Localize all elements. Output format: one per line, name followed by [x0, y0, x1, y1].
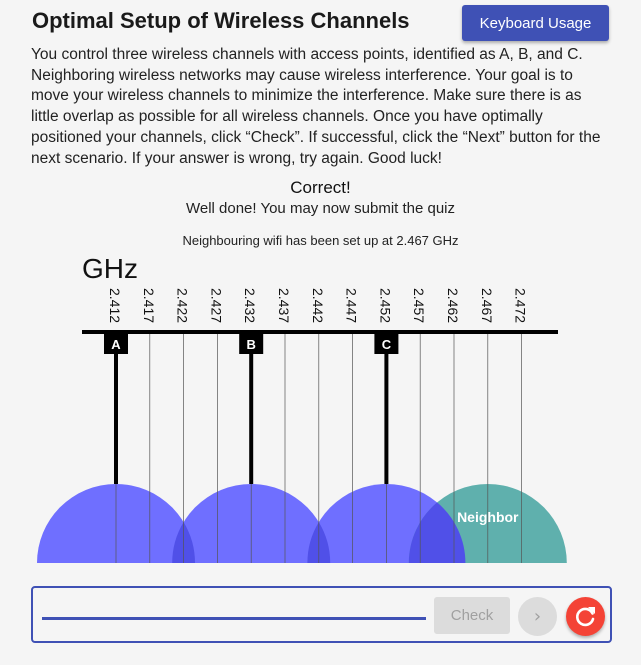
frequency-tick-label: 2.467	[479, 288, 495, 323]
access-point-label: C	[382, 337, 392, 352]
frequency-tick-label: 2.422	[175, 288, 191, 323]
access-point-label: B	[247, 337, 256, 352]
frequency-tick-label: 2.432	[242, 288, 258, 323]
access-point-c[interactable]: C	[374, 332, 399, 484]
page-title: Optimal Setup of Wireless Channels	[32, 8, 410, 33]
frequency-tick-label: 2.427	[208, 288, 224, 323]
neighbor-label: Neighbor	[457, 509, 519, 525]
refresh-icon	[575, 607, 595, 627]
access-point-a[interactable]: A	[104, 332, 128, 484]
frequency-tick-label: 2.437	[276, 288, 292, 323]
frequency-tick-label: 2.472	[513, 288, 529, 323]
reset-button[interactable]	[566, 597, 605, 636]
feedback-message: Well done! You may now submit the quiz	[185, 200, 456, 217]
frequency-tick-label: 2.457	[411, 288, 427, 323]
instructions-text: You control three wireless channels with…	[31, 46, 601, 167]
frequency-tick-label: 2.442	[310, 288, 326, 323]
channel-spectrum-chart: GHz 2.412 2.417 2.422 2.427 2.432 2.437 2.442 2…	[37, 253, 567, 563]
feedback-title: Correct!	[290, 178, 351, 197]
next-button[interactable]: ›	[518, 597, 557, 636]
progress-slider-track	[42, 617, 426, 620]
chevron-right-icon: ›	[533, 606, 542, 627]
access-point-label: A	[111, 337, 121, 352]
ghz-unit-label: GHz	[82, 253, 138, 284]
frequency-tick-label: 2.462	[445, 288, 461, 323]
access-point-b[interactable]: B	[239, 332, 264, 484]
frequency-tick-label: 2.447	[344, 288, 360, 323]
frequency-tick-label: 2.417	[141, 288, 157, 323]
frequency-tick-label: 2.452	[377, 288, 393, 323]
frequency-tick-label: 2.412	[107, 288, 123, 323]
neighbor-note: Neighbouring wifi has been set up at 2.4…	[182, 233, 459, 248]
control-panel: Check ›	[31, 586, 612, 643]
keyboard-usage-button[interactable]: Keyboard Usage	[462, 5, 609, 41]
check-button[interactable]: Check	[434, 597, 510, 634]
